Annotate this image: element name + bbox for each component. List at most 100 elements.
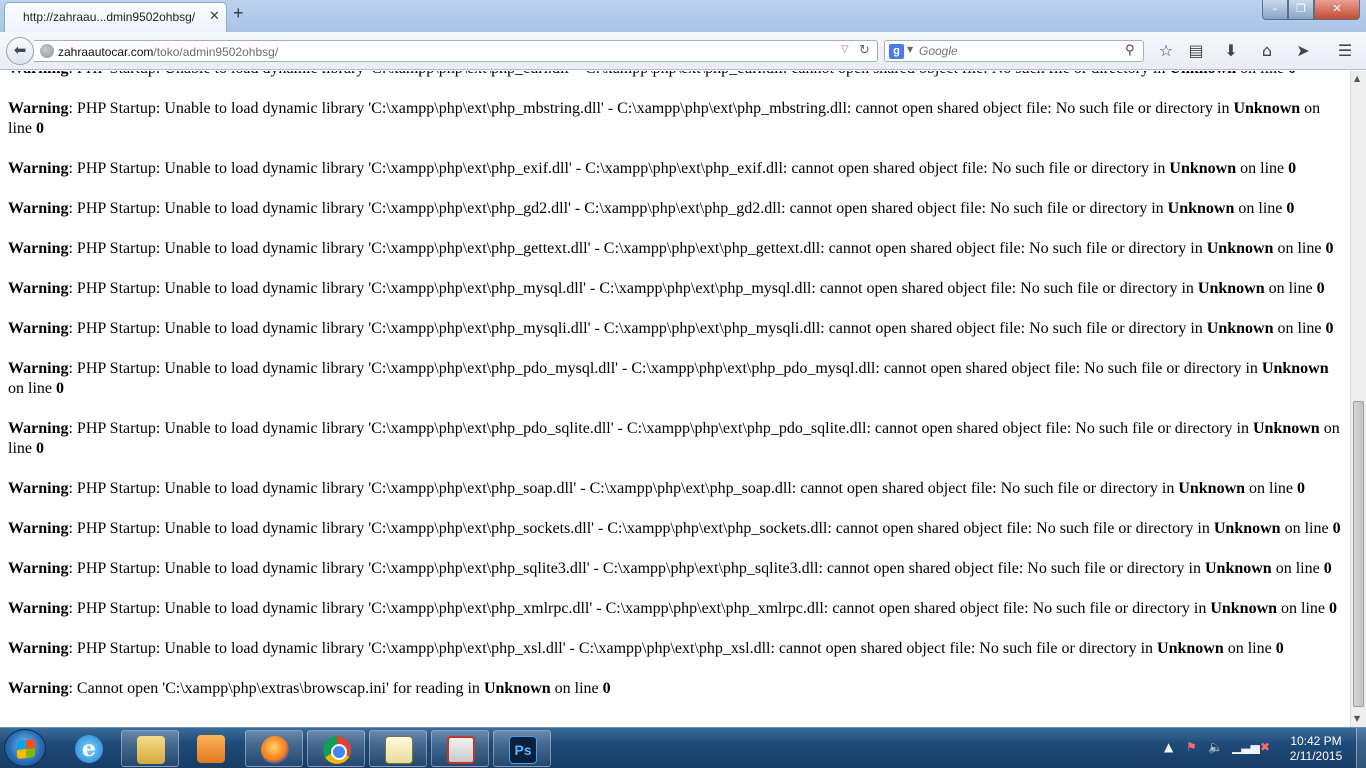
warning-location: Unknown: [1206, 240, 1274, 257]
warning-text: : PHP Startup: Unable to load dynamic li…: [68, 200, 1168, 217]
network-signal-icon[interactable]: ▁▃▅: [1232, 740, 1260, 754]
warning-message: Warning: PHP Startup: Unable to load dyn…: [8, 359, 1344, 399]
firefox-icon: [261, 736, 289, 764]
search-input[interactable]: [919, 43, 1119, 59]
warning-line-text: on line: [1273, 320, 1326, 337]
clock[interactable]: 10:42 PM 2/11/2015: [1284, 734, 1348, 764]
warning-label: Warning: [8, 160, 69, 177]
hamburger-menu-icon[interactable]: ☰: [1334, 40, 1356, 62]
warning-line-text: on line: [1245, 480, 1298, 497]
bookmark-star-icon[interactable]: ☆: [1155, 40, 1177, 62]
window-close-button[interactable]: ✕: [1314, 0, 1360, 20]
warning-message: Warning: PHP Startup: Unable to load dyn…: [8, 99, 1344, 139]
warning-text: : PHP Startup: Unable to load dynamic li…: [68, 71, 1169, 77]
warning-line-number: 0: [1288, 71, 1296, 77]
share-icon[interactable]: ➤: [1292, 40, 1314, 62]
navigation-toolbar: zahraautocar.com/toko/admin9502ohbsg/ ▽ …: [0, 32, 1366, 70]
warning-message: Warning: PHP Startup: Unable to load dyn…: [8, 479, 1344, 499]
warning-line-text: on line: [1271, 560, 1324, 577]
scrollbar-thumb[interactable]: [1353, 401, 1364, 707]
windows-logo-icon: [17, 739, 35, 759]
page-content: Warning: PHP Startup: Unable to load dyn…: [0, 71, 1350, 727]
warning-line-number: 0: [602, 680, 611, 697]
warning-location: Unknown: [1206, 320, 1274, 337]
taskbar-windows-explorer[interactable]: [121, 730, 179, 767]
warning-location: Unknown: [1261, 360, 1329, 377]
warning-line-number: 0: [36, 120, 44, 137]
new-tab-button[interactable]: +: [233, 3, 244, 24]
taskbar-chrome[interactable]: [307, 730, 365, 767]
warning-message: Warning: PHP Startup: Unable to load dyn…: [8, 71, 1344, 79]
site-globe-icon[interactable]: [40, 44, 54, 58]
taskbar-firefox[interactable]: [245, 730, 303, 767]
warning-message: Warning: PHP Startup: Unable to load dyn…: [8, 319, 1344, 339]
internet-explorer-icon: e: [75, 735, 103, 763]
warning-line-text: on line: [1234, 200, 1287, 217]
url-text[interactable]: zahraautocar.com/toko/admin9502ohbsg/: [58, 45, 278, 59]
warning-line-text: on line: [8, 380, 56, 397]
warning-label: Warning: [8, 100, 69, 117]
warning-message: Warning: PHP Startup: Unable to load dyn…: [8, 559, 1344, 579]
volume-icon[interactable]: 🔈: [1208, 740, 1223, 754]
scroll-up-arrow-icon[interactable]: ▲: [1354, 74, 1360, 83]
url-dropdown-icon[interactable]: ▽: [841, 44, 849, 55]
warning-location: Unknown: [1205, 560, 1272, 577]
vertical-scrollbar[interactable]: ▲ ▼: [1350, 71, 1366, 727]
warning-message: Warning: PHP Startup: Unable to load dyn…: [8, 279, 1344, 299]
show-hidden-icons-arrow-icon[interactable]: ▲: [1164, 740, 1173, 754]
downloads-icon[interactable]: ⬇: [1220, 40, 1242, 62]
warning-location: Unknown: [483, 680, 551, 697]
action-center-icon[interactable]: ⚑: [1186, 740, 1197, 754]
tab-active[interactable]: http://zahraau...dmin9502ohbsg/ ✕: [4, 2, 227, 32]
power-icon[interactable]: ✖: [1260, 740, 1270, 754]
warning-line-number: 0: [1275, 640, 1284, 657]
taskbar-photoshop[interactable]: Ps: [493, 730, 551, 767]
warning-location: Unknown: [1233, 100, 1301, 117]
warning-message: Warning: PHP Startup: Unable to load dyn…: [8, 519, 1344, 539]
window-minimize-button[interactable]: –: [1262, 0, 1288, 20]
chrome-icon: [323, 736, 351, 764]
warning-location: Unknown: [1169, 160, 1237, 177]
warning-label: Warning: [8, 280, 69, 297]
scroll-down-arrow-icon[interactable]: ▼: [1354, 714, 1360, 723]
google-icon[interactable]: g: [889, 44, 904, 59]
warning-line-text: on line: [1236, 160, 1289, 177]
show-desktop-button[interactable]: [1356, 728, 1366, 768]
home-icon[interactable]: ⌂: [1256, 40, 1278, 62]
warning-text: : PHP Startup: Unable to load dynamic li…: [68, 640, 1158, 657]
warning-location: Unknown: [1213, 520, 1281, 537]
warning-text: : PHP Startup: Unable to load dynamic li…: [68, 560, 1205, 577]
warning-text: : PHP Startup: Unable to load dynamic li…: [68, 360, 1262, 377]
warning-text: : PHP Startup: Unable to load dynamic li…: [68, 240, 1207, 257]
taskbar-notepad[interactable]: [369, 730, 427, 767]
warning-line-number: 0: [1329, 600, 1338, 617]
start-button[interactable]: [4, 729, 46, 767]
warning-line-text: on line: [1223, 640, 1276, 657]
warning-label: Warning: [8, 240, 69, 257]
window-maximize-button[interactable]: ❐: [1288, 0, 1314, 20]
warning-line-text: on line: [550, 680, 603, 697]
tab-title: http://zahraau...dmin9502ohbsg/: [23, 10, 196, 24]
tab-close-icon[interactable]: ✕: [209, 8, 220, 24]
search-bar[interactable]: g ▼ ⚲: [884, 40, 1144, 62]
search-engine-dropdown-icon[interactable]: ▼: [907, 45, 913, 54]
warning-text: : PHP Startup: Unable to load dynamic li…: [68, 280, 1198, 297]
warning-label: Warning: [8, 200, 69, 217]
warning-text: : PHP Startup: Unable to load dynamic li…: [68, 600, 1211, 617]
taskbar-internet-explorer[interactable]: e: [60, 730, 118, 767]
url-bar[interactable]: zahraautocar.com/toko/admin9502ohbsg/ ▽ …: [34, 40, 878, 62]
bookmarks-menu-icon[interactable]: ▤: [1185, 40, 1207, 62]
url-path: /toko/admin9502ohbsg/: [153, 45, 279, 59]
reload-icon[interactable]: ↻: [859, 43, 870, 58]
taskbar-keyboard-app[interactable]: [431, 730, 489, 767]
warning-text: : PHP Startup: Unable to load dynamic li…: [68, 100, 1234, 117]
taskbar-media-player[interactable]: [182, 730, 240, 767]
warning-location: Unknown: [1253, 420, 1320, 437]
folder-icon: [137, 736, 165, 764]
warning-list: Warning: PHP Startup: Unable to load dyn…: [8, 71, 1344, 719]
warning-label: Warning: [8, 480, 69, 497]
warning-text: : PHP Startup: Unable to load dynamic li…: [68, 480, 1179, 497]
warning-line-number: 0: [1297, 480, 1306, 497]
back-button[interactable]: ⬅: [6, 37, 34, 65]
search-icon[interactable]: ⚲: [1125, 43, 1135, 58]
